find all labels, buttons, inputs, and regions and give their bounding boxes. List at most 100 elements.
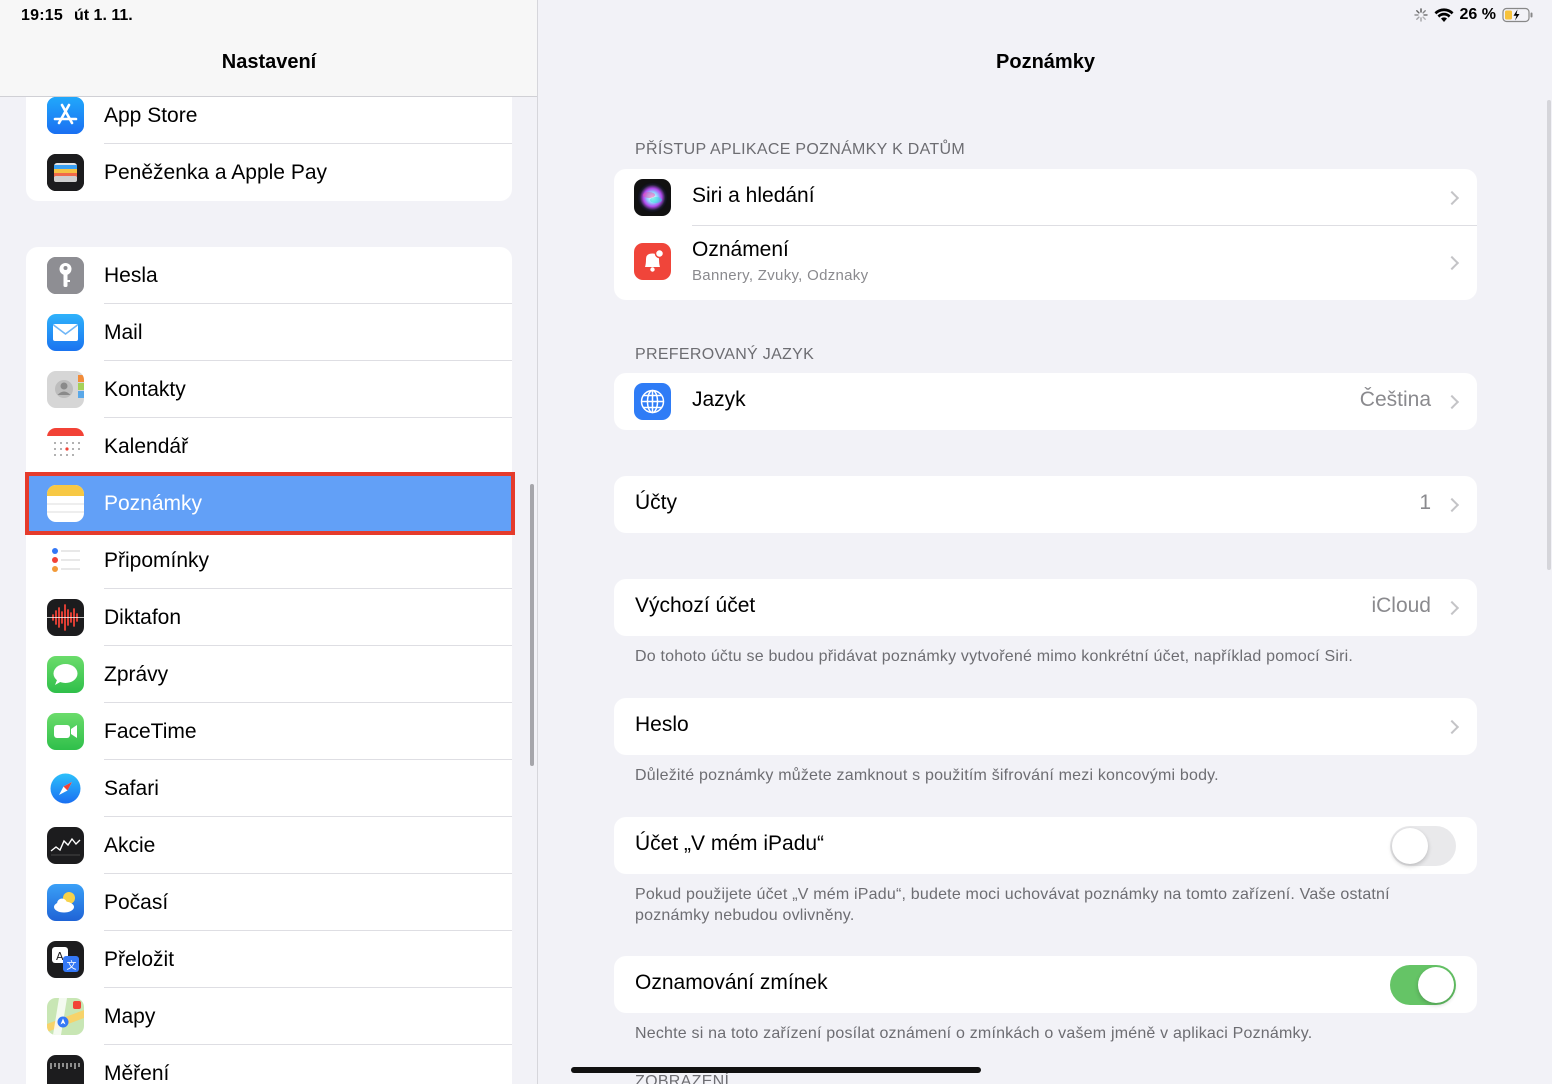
page-title: Poznámky <box>996 51 1095 73</box>
chevron-right-icon <box>1444 394 1460 409</box>
sidebar-item-mail[interactable]: Mail <box>26 304 512 361</box>
sidebar-item-label: Diktafon <box>104 605 182 629</box>
sidebar-item-stocks[interactable]: Akcie <box>26 817 512 874</box>
section-header-preferred-language: PREFEROVANÝ JAZYK <box>635 346 815 363</box>
sidebar-item-translate[interactable]: A 文 Přeložit <box>26 931 512 988</box>
svg-text:文: 文 <box>67 959 77 972</box>
on-my-ipad-toggle[interactable] <box>1390 826 1456 866</box>
detail-header: 26 % Poznámky <box>539 0 1552 97</box>
sidebar-item-passwords[interactable]: Hesla <box>26 247 512 304</box>
sidebar-item-wallet[interactable]: Peněženka a Apple Pay <box>26 144 512 201</box>
card-default-account: Výchozí účet iCloud <box>614 579 1477 636</box>
facetime-icon <box>47 713 84 750</box>
notifications-icon <box>634 243 671 280</box>
sidebar-item-messages[interactable]: Zprávy <box>26 646 512 703</box>
sidebar-item-label: Přeložit <box>104 947 175 971</box>
sidebar-scrollbar[interactable] <box>530 484 534 766</box>
sidebar-item-reminders[interactable]: Připomínky <box>26 532 512 589</box>
card-on-my-ipad: Účet „V mém iPadu“ <box>614 817 1477 874</box>
on-my-ipad-footer: Pokud použijete účet „V mém iPadu“, bude… <box>635 886 1390 924</box>
svg-text:A: A <box>56 950 64 963</box>
ipad-settings-screen: 19:15 út 1. 11. Nastavení App Store Peně… <box>0 0 1552 1084</box>
row-notifications[interactable]: Oznámení Bannery, Zvuky, Odznaky <box>614 226 1477 300</box>
messages-icon <box>47 656 84 693</box>
stocks-icon <box>47 827 84 864</box>
password-footer: Důležité poznámky můžete zamknout s použ… <box>635 767 1219 784</box>
sidebar-item-facetime[interactable]: FaceTime <box>26 703 512 760</box>
sidebar-item-notes[interactable]: Poznámky <box>26 475 512 532</box>
accounts-count: 1 <box>1419 491 1431 514</box>
language-value: Čeština <box>1359 388 1431 411</box>
sidebar-item-voice-memos[interactable]: Diktafon <box>26 589 512 646</box>
detail-scrollbar[interactable] <box>1547 100 1551 570</box>
sidebar-item-calendar[interactable]: Kalendář <box>26 418 512 475</box>
chevron-right-icon <box>1444 190 1460 205</box>
battery-charging-icon <box>1502 7 1533 23</box>
voice-memos-icon <box>47 599 84 636</box>
card-mention-notifications: Oznamování zmínek <box>614 956 1477 1013</box>
sidebar-item-label: Mail <box>104 320 143 344</box>
card-password: Heslo <box>614 698 1477 755</box>
sidebar-group-apps: App Store Peněženka a Apple Pay <box>26 87 512 201</box>
chevron-right-icon <box>1444 497 1460 512</box>
maps-icon <box>47 998 84 1035</box>
row-accounts[interactable]: Účty 1 <box>614 476 1477 533</box>
accounts-label: Účty <box>635 491 677 514</box>
status-date: út 1. 11. <box>74 7 133 24</box>
default-account-footer: Do tohoto účtu se budou přidávat poznámk… <box>635 648 1354 665</box>
translate-icon: A 文 <box>47 941 84 978</box>
wifi-icon <box>1434 7 1454 22</box>
sidebar-item-label: Kontakty <box>104 377 186 401</box>
activity-spinner-icon <box>1413 8 1428 22</box>
safari-icon <box>47 770 84 807</box>
globe-icon <box>634 383 671 420</box>
sidebar-item-label: Safari <box>104 776 159 800</box>
sidebar-item-weather[interactable]: Počasí <box>26 874 512 931</box>
home-indicator[interactable] <box>571 1067 981 1073</box>
notifications-label: Oznámení <box>692 238 789 261</box>
siri-label: Siri a hledání <box>692 184 815 207</box>
sidebar-item-maps[interactable]: Mapy <box>26 988 512 1045</box>
card-preferred-language: Jazyk Čeština <box>614 373 1477 430</box>
sidebar-item-label: App Store <box>104 103 198 127</box>
contacts-icon <box>47 371 84 408</box>
chevron-right-icon <box>1444 719 1460 734</box>
mention-notifications-footer: Nechte si na toto zařízení posílat oznám… <box>635 1025 1313 1042</box>
password-label: Heslo <box>635 713 689 736</box>
chevron-right-icon <box>1444 600 1460 615</box>
sidebar-item-measure[interactable]: Měření <box>26 1045 512 1084</box>
sidebar-item-label: Poznámky <box>104 491 203 515</box>
mention-notifications-label: Oznamování zmínek <box>635 971 828 994</box>
weather-icon <box>47 884 84 921</box>
chevron-right-icon <box>1444 255 1460 271</box>
sidebar-item-label: FaceTime <box>104 719 197 743</box>
default-account-value: iCloud <box>1371 594 1431 617</box>
sidebar-item-label: Připomínky <box>104 548 210 572</box>
sidebar-group-system-apps: Hesla Mail Kontakty Kalendář Poznámky Př… <box>26 247 512 1084</box>
section-header-data-access: PŘÍSTUP APLIKACE POZNÁMKY K DATŮM <box>635 141 965 158</box>
sidebar-item-label: Peněženka a Apple Pay <box>104 160 328 184</box>
sidebar-item-label: Kalendář <box>104 434 189 458</box>
row-siri-search[interactable]: Siri a hledání <box>614 169 1477 226</box>
sidebar-item-contacts[interactable]: Kontakty <box>26 361 512 418</box>
notifications-sublabel: Bannery, Zvuky, Odznaky <box>692 267 869 284</box>
measure-icon <box>47 1055 84 1084</box>
notes-icon <box>47 485 84 522</box>
card-accounts: Účty 1 <box>614 476 1477 533</box>
row-password[interactable]: Heslo <box>614 698 1477 755</box>
calendar-icon <box>47 428 84 465</box>
row-language[interactable]: Jazyk Čeština <box>614 373 1477 430</box>
reminders-icon <box>47 542 84 579</box>
app-store-icon <box>47 97 84 134</box>
sidebar-item-label: Hesla <box>104 263 158 287</box>
on-my-ipad-label: Účet „V mém iPadu“ <box>635 832 825 855</box>
language-label: Jazyk <box>692 388 746 411</box>
siri-icon <box>634 179 671 216</box>
mention-notifications-toggle[interactable] <box>1390 965 1456 1005</box>
row-default-account[interactable]: Výchozí účet iCloud <box>614 579 1477 636</box>
sidebar-item-label: Mapy <box>104 1004 156 1028</box>
sidebar-item-label: Počasí <box>104 890 169 914</box>
sidebar-item-safari[interactable]: Safari <box>26 760 512 817</box>
sidebar-item-label: Akcie <box>104 833 156 857</box>
sidebar-header: 19:15 út 1. 11. Nastavení <box>0 0 537 97</box>
